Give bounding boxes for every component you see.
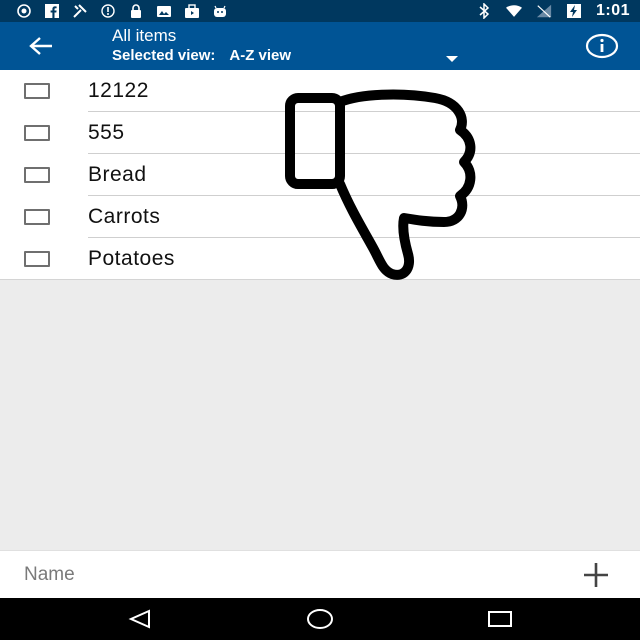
wifi-icon [505, 3, 522, 19]
item-label: 12122 [88, 79, 149, 102]
caret-down-icon[interactable] [446, 56, 458, 62]
info-button[interactable] [585, 33, 619, 59]
back-triangle-icon [128, 609, 150, 629]
nav-recents-button[interactable] [480, 604, 520, 634]
sync-icon [100, 3, 116, 19]
arrow-left-icon [29, 37, 52, 55]
list-item[interactable]: Bread [0, 154, 640, 196]
item-checkbox[interactable] [24, 167, 50, 183]
status-bar: 1:01 [0, 0, 640, 22]
name-input[interactable] [24, 561, 544, 589]
item-label: Bread [88, 163, 147, 186]
bluetooth-icon [476, 3, 492, 19]
plus-icon [584, 563, 608, 587]
android-icon [212, 3, 228, 19]
add-item-bar [0, 550, 640, 598]
item-label: Carrots [88, 205, 161, 228]
nav-home-button[interactable] [300, 604, 340, 634]
weather-icon [16, 3, 32, 19]
list-item[interactable]: 12122 [0, 70, 640, 112]
lock-icon [128, 3, 144, 19]
add-button[interactable] [578, 559, 614, 591]
list-item[interactable]: Carrots [0, 196, 640, 238]
list-item[interactable]: 555 [0, 112, 640, 154]
item-checkbox[interactable] [24, 125, 50, 141]
briefcase-icon [184, 3, 200, 19]
system-nav-bar [0, 598, 640, 640]
battery-charging-icon [566, 3, 582, 19]
status-time: 1:01 [595, 2, 630, 19]
home-circle-icon [307, 609, 333, 629]
signal-icon [536, 3, 552, 19]
view-selector-value: A-Z view [229, 47, 292, 64]
facebook-icon [44, 3, 60, 19]
view-selector-label: Selected view: [112, 47, 216, 64]
status-system-icons: 1:01 [476, 2, 630, 20]
item-checkbox[interactable] [24, 209, 50, 225]
nav-back-button[interactable] [120, 604, 160, 634]
back-button[interactable] [26, 32, 56, 60]
tools-icon [72, 3, 88, 19]
photo-icon [156, 3, 172, 19]
recents-square-icon [488, 611, 512, 627]
item-checkbox[interactable] [24, 251, 50, 267]
page-title: All items [112, 26, 177, 45]
info-icon [585, 33, 619, 59]
view-selector[interactable]: Selected view: A-Z view [112, 47, 462, 65]
item-label: 555 [88, 121, 125, 144]
title-block: All items Selected view: A-Z view [112, 26, 462, 65]
app-bar: All items Selected view: A-Z view [0, 22, 640, 70]
list-item[interactable]: Potatoes [0, 238, 640, 280]
item-label: Potatoes [88, 247, 175, 270]
status-notification-icons [16, 3, 228, 19]
item-list: 12122 555 Bread Carrots Potatoes [0, 70, 640, 280]
item-checkbox[interactable] [24, 83, 50, 99]
